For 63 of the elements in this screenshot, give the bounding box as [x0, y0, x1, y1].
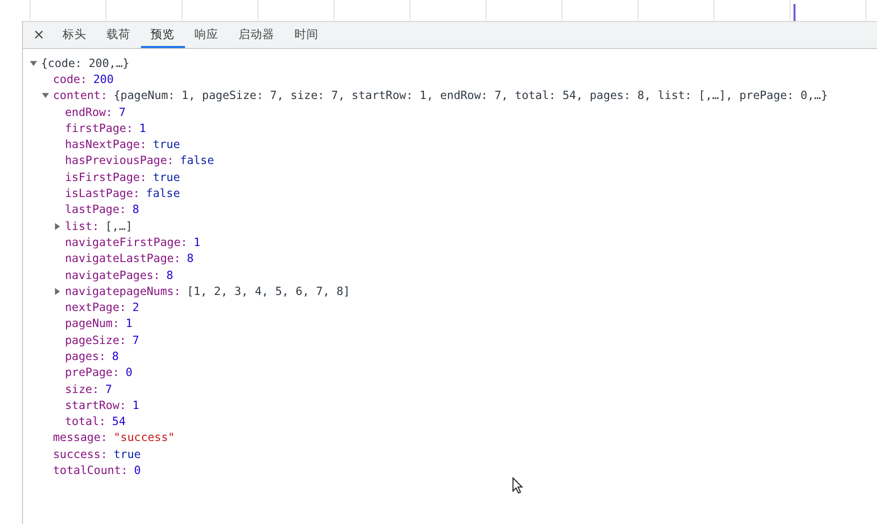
property-key: endRow: [65, 106, 113, 119]
property-key: content: [53, 89, 108, 102]
collapsed-arrow-icon[interactable] [54, 222, 61, 230]
property-key: navigatePages: [65, 268, 160, 282]
close-button[interactable]: × [29, 22, 53, 48]
property-key: startRow: [65, 398, 126, 412]
property-value: 1 [126, 317, 132, 330]
property-key: prePage: [65, 366, 120, 380]
property-key: isLastPage: [65, 187, 140, 200]
property-value: 7 [118, 106, 126, 119]
property-value: 8 [132, 203, 140, 216]
property-value: 8 [166, 268, 174, 282]
collapsed-arrow-icon[interactable] [54, 288, 61, 295]
tab[interactable]: 时间 [284, 22, 329, 48]
property-value: false [146, 187, 180, 200]
property-value: 7 [105, 382, 112, 396]
property-value: true [152, 170, 180, 184]
property-key: pageNum: [65, 317, 120, 330]
property-value: 54 [112, 415, 126, 428]
property-key: isFirstPage: [65, 170, 147, 184]
property-key: navigateLastPage: [65, 252, 181, 266]
property-value: 0 [126, 366, 132, 380]
tab[interactable]: 标头 [52, 22, 97, 48]
property-key: code: [53, 72, 88, 86]
property-key: lastPage: [65, 203, 126, 216]
property-value: 7 [132, 334, 140, 347]
property-value: true [152, 138, 180, 152]
property-key: hasPreviousPage: [65, 154, 174, 168]
object-preview: {code: 200,…} [41, 56, 130, 70]
property-key: pages: [65, 350, 106, 363]
tab[interactable]: 启动器 [228, 22, 285, 48]
property-value: "success" [114, 431, 175, 444]
property-key: hasNextPage: [65, 138, 147, 152]
property-key: size: [65, 382, 100, 396]
property-key: firstPage: [65, 122, 134, 135]
object-preview: [,…] [105, 220, 132, 233]
mouse-pointer-icon [512, 477, 523, 494]
property-key: total: [65, 415, 106, 428]
property-value: false [180, 154, 214, 168]
expanded-arrow-icon[interactable] [42, 92, 49, 100]
property-value: 1 [139, 122, 146, 135]
object-preview: {pageNum: 1, pageSize: 7, size: 7, startRow: 1, endRow: 7, total: 54, pages: 8, list: [,…], prePage: 0,…} [114, 89, 828, 102]
property-value: 1 [132, 398, 140, 412]
property-key: message: [53, 431, 108, 444]
tab[interactable]: 预览 [140, 22, 185, 48]
property-key: nextPage: [65, 301, 126, 314]
property-value: 2 [132, 301, 140, 314]
property-value: 0 [134, 464, 141, 478]
property-key: navigateFirstPage: [65, 236, 188, 249]
property-key: navigatepageNums: [65, 284, 181, 298]
property-value: 1 [194, 236, 200, 249]
property-value: 8 [112, 350, 119, 363]
property-value: 200 [93, 72, 114, 86]
property-value: true [114, 448, 141, 461]
property-value: 8 [186, 252, 194, 266]
property-key: totalCount: [53, 464, 128, 478]
property-key: success: [53, 448, 108, 461]
tab[interactable]: 载荷 [96, 22, 141, 48]
property-key: pageSize: [65, 334, 126, 347]
expanded-arrow-icon[interactable] [30, 60, 37, 67]
property-key: list: [65, 220, 100, 233]
tab[interactable]: 响应 [184, 22, 229, 48]
object-preview: [1, 2, 3, 4, 5, 6, 7, 8] [186, 284, 350, 298]
